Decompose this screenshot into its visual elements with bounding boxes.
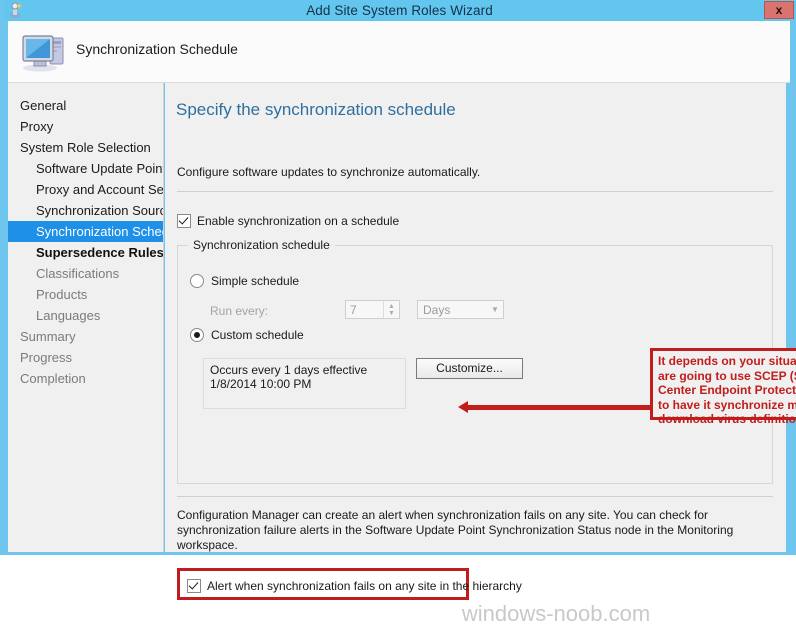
- alert-on-failure-label: Alert when synchronization fails on any …: [207, 579, 522, 593]
- interval-value: 7: [350, 302, 357, 317]
- interval-stepper[interactable]: 7 ▲ ▼: [345, 300, 400, 319]
- window-title: Add Site System Roles Wizard: [306, 3, 493, 18]
- spinner-arrows-icon[interactable]: ▲ ▼: [383, 301, 399, 318]
- wizard-icon: [7, 2, 25, 19]
- spinner-down-icon[interactable]: ▼: [388, 310, 395, 317]
- wizard-steps-sidebar: General Proxy System Role Selection Softwar…: [8, 83, 164, 552]
- sidebar-item-synchronization-schedule[interactable]: Synchronization Schedule: [8, 221, 163, 242]
- content-intro: Configure software updates to synchroniz…: [177, 165, 481, 179]
- alert-description: Configuration Manager can create an aler…: [177, 508, 734, 552]
- sidebar-item-proxy-and-account-settin[interactable]: Proxy and Account Settin: [8, 179, 163, 200]
- enable-sync-checkbox[interactable]: Enable synchronization on a schedule: [177, 214, 399, 228]
- sidebar-item-completion[interactable]: Completion: [8, 368, 163, 389]
- checkbox-icon: [177, 214, 191, 228]
- title-bar: Add Site System Roles Wizard x: [4, 0, 796, 21]
- spinner-up-icon[interactable]: ▲: [388, 303, 395, 310]
- wizard-window: Add Site System Roles Wizard x Synchroni…: [0, 0, 796, 626]
- content-heading: Specify the synchronization schedule: [176, 100, 456, 119]
- sidebar-item-general[interactable]: General: [8, 95, 163, 116]
- radio-icon: [190, 274, 204, 288]
- custom-schedule-radio[interactable]: Custom schedule: [190, 328, 304, 342]
- customize-button[interactable]: Customize...: [416, 358, 523, 379]
- watermark: windows-noob.com: [461, 601, 651, 626]
- sidebar-item-languages[interactable]: Languages: [8, 305, 163, 326]
- annotation-note: It depends on your situation, if you are…: [650, 348, 796, 426]
- custom-schedule-label: Custom schedule: [211, 328, 304, 342]
- sidebar-item-software-update-point[interactable]: Software Update Point: [8, 158, 163, 179]
- chevron-down-icon[interactable]: ▼: [487, 305, 503, 314]
- divider-top: [177, 191, 773, 192]
- sidebar-item-supersedence-rules[interactable]: Supersedence Rules: [8, 242, 163, 263]
- checkbox-icon: [187, 579, 201, 593]
- group-legend: Synchronization schedule: [188, 238, 335, 252]
- sidebar-item-system-role-selection[interactable]: System Role Selection: [8, 137, 163, 158]
- sidebar-item-synchronization-source[interactable]: Synchronization Source: [8, 200, 163, 221]
- wizard-content: Specify the synchronization schedule Con…: [165, 83, 796, 626]
- divider-bottom: [177, 496, 773, 497]
- sidebar-item-proxy[interactable]: Proxy: [8, 116, 163, 137]
- occurs-summary: Occurs every 1 days effective 1/8/2014 1…: [203, 358, 406, 409]
- close-icon[interactable]: x: [764, 1, 794, 19]
- run-every-label: Run every:: [210, 304, 269, 318]
- sidebar-item-summary[interactable]: Summary: [8, 326, 163, 347]
- annotation-arrow-icon: [458, 401, 651, 413]
- sidebar-item-progress[interactable]: Progress: [8, 347, 163, 368]
- alert-on-failure-checkbox[interactable]: Alert when synchronization fails on any …: [187, 579, 522, 593]
- simple-schedule-label: Simple schedule: [211, 274, 300, 288]
- interval-unit-value: Days: [423, 302, 451, 317]
- sidebar-item-classifications[interactable]: Classifications: [8, 263, 163, 284]
- sidebar-item-products[interactable]: Products: [8, 284, 163, 305]
- wizard-header: Synchronization Schedule: [8, 21, 790, 83]
- interval-unit-select[interactable]: Days ▼: [417, 300, 504, 319]
- computer-icon: [20, 29, 66, 73]
- page-title: Synchronization Schedule: [76, 41, 238, 57]
- enable-sync-label: Enable synchronization on a schedule: [197, 214, 400, 228]
- radio-icon: [190, 328, 204, 342]
- simple-schedule-radio[interactable]: Simple schedule: [190, 274, 299, 288]
